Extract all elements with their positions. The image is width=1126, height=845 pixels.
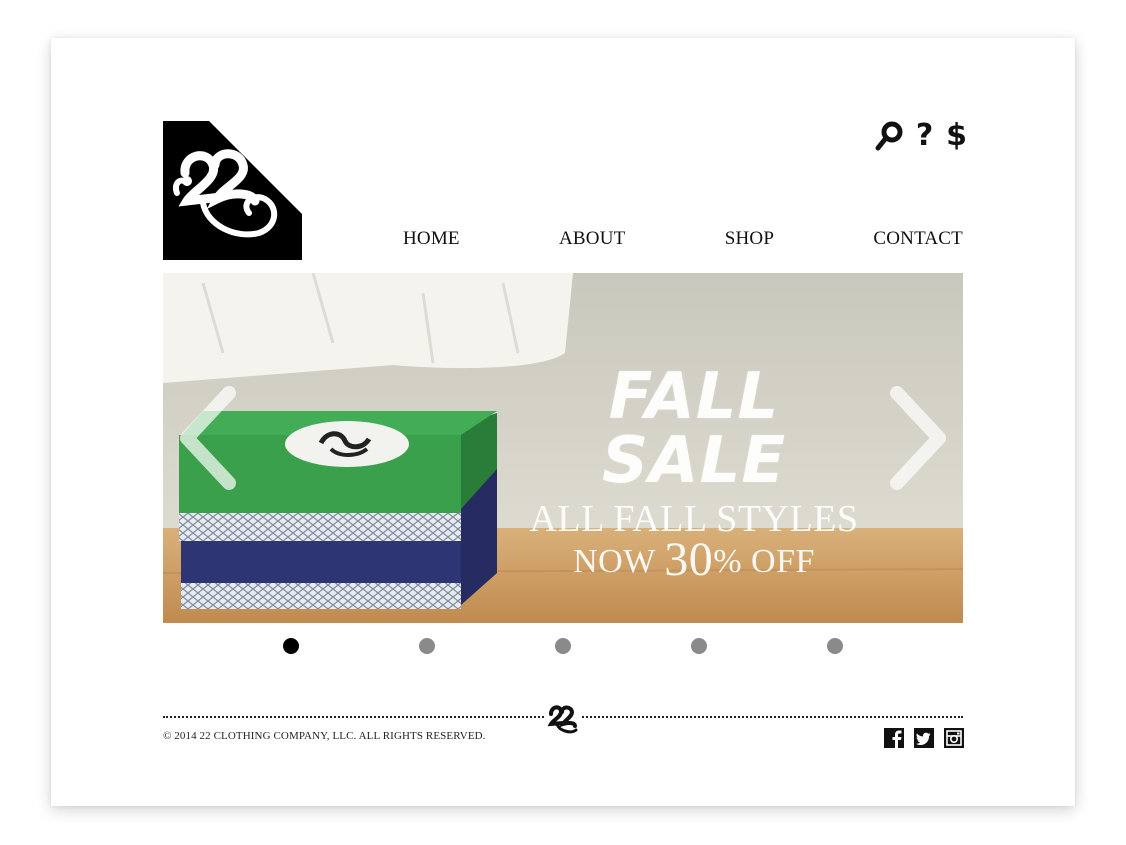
divider-logo-icon [545,702,581,734]
carousel-dot-3[interactable] [555,638,571,654]
sale-percent-number: 30 [664,533,714,586]
dollar-glyph: $ [946,118,967,153]
hero-carousel[interactable]: FALL SALE ALL FALL STYLES NOW 30% OFF [163,273,963,623]
nav-shop[interactable]: SHOP [725,228,774,250]
nav-contact[interactable]: CONTACT [873,228,963,250]
twitter-icon[interactable] [914,728,934,748]
help-icon[interactable]: ? [916,119,933,153]
carousel-dot-2[interactable] [419,638,435,654]
instagram-icon[interactable] [944,728,964,748]
carousel-dot-5[interactable] [827,638,843,654]
nav-home[interactable]: HOME [403,228,460,250]
search-icon[interactable] [875,119,903,153]
main-nav: HOME ABOUT SHOP CONTACT [403,226,963,252]
prev-slide-arrow[interactable] [173,383,243,493]
sale-subline: ALL FALL STYLES [529,498,859,540]
sale-banner: FALL SALE ALL FALL STYLES NOW 30% OFF [529,365,859,585]
social-links [884,728,964,750]
carousel-dot-4[interactable] [691,638,707,654]
sale-discount: NOW 30% OFF [529,536,859,585]
sale-percent-off: % OFF [713,543,815,580]
facebook-icon[interactable] [884,728,904,748]
sale-headline: FALL SALE [601,360,787,498]
copyright-text: © 2014 22 CLOTHING COMPANY, LLC. ALL RIG… [163,730,486,742]
carousel-dot-1[interactable] [283,638,299,654]
page-frame: ? $ HOME ABOUT SHOP CONTACT FALL SALE AL… [51,38,1075,806]
utility-icons: ? $ [875,118,967,154]
next-slide-arrow[interactable] [883,383,953,493]
nav-about[interactable]: ABOUT [559,228,625,250]
logo[interactable] [163,121,302,260]
dollar-icon[interactable]: $ [946,119,967,153]
help-glyph: ? [915,118,934,153]
sale-now: NOW [573,543,656,580]
carousel-dots [163,638,963,654]
logo-mark [163,121,302,260]
